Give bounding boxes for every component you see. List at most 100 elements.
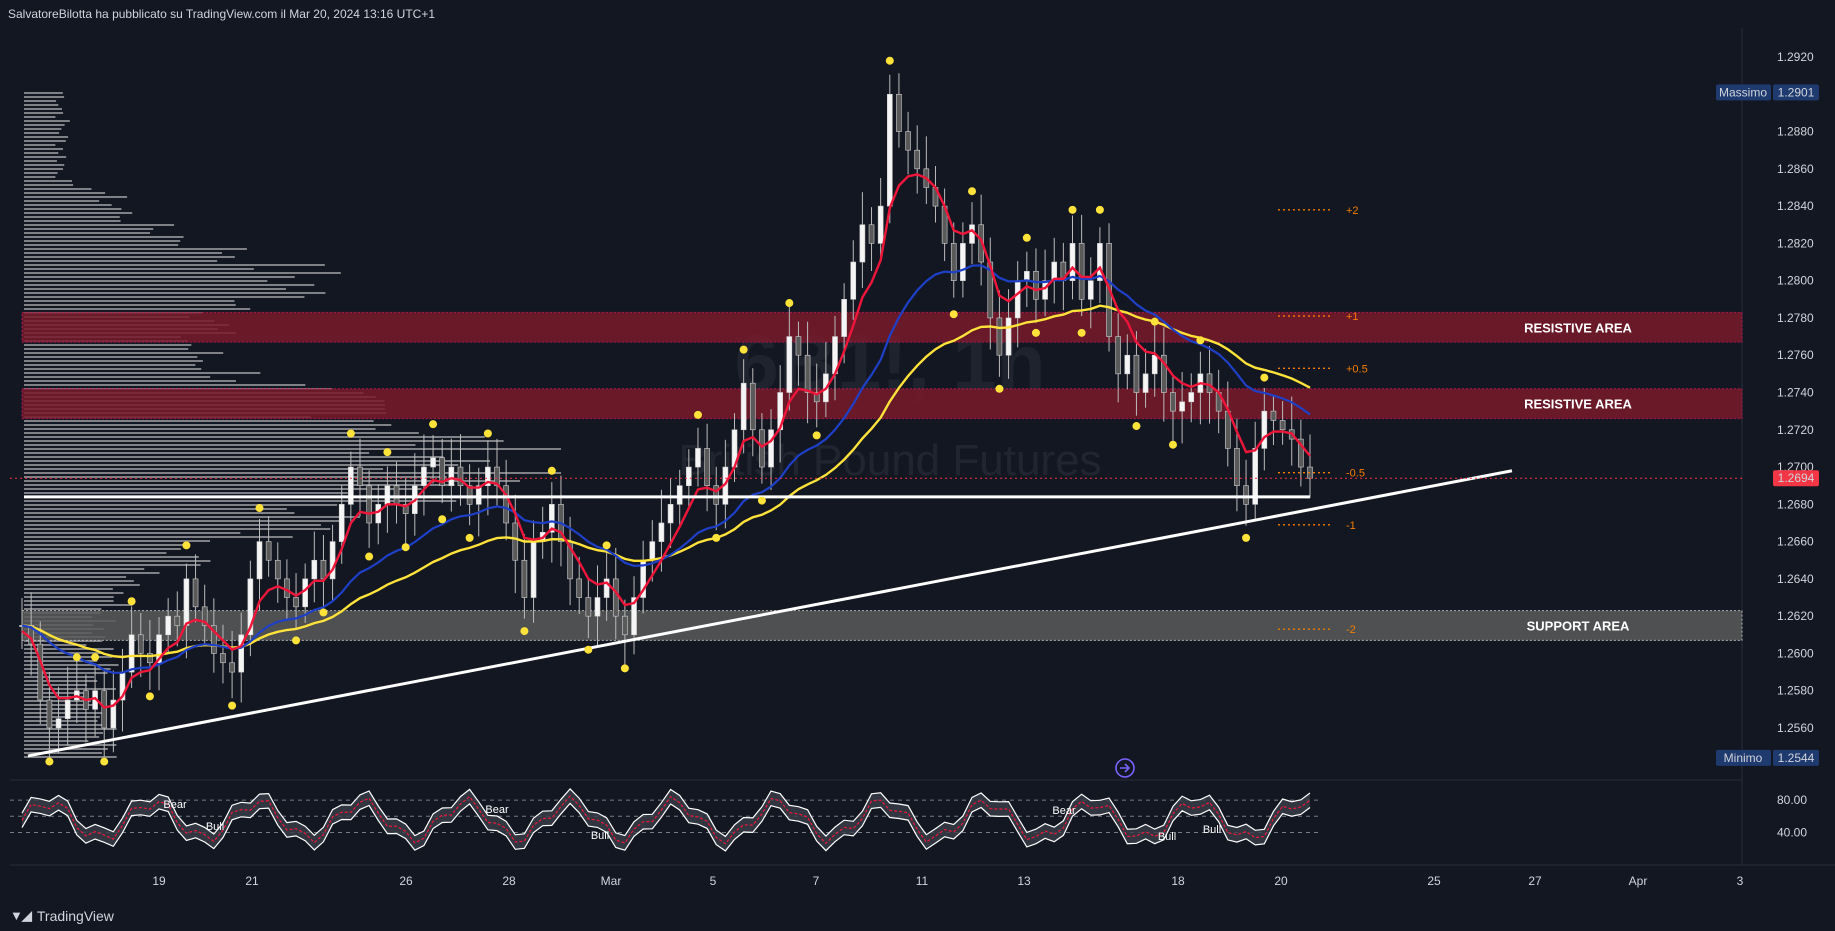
pivot-high-marker — [383, 448, 392, 457]
pivot-low-marker — [45, 757, 54, 766]
volume-profile-bar — [24, 560, 211, 562]
pivot-low-marker — [1242, 533, 1251, 542]
price-tick-label: 1.2840 — [1777, 199, 1814, 213]
volume-profile-bar — [24, 604, 133, 606]
candle-body — [137, 634, 144, 654]
pivot-high-marker — [1068, 205, 1077, 214]
volume-profile-bar — [24, 260, 218, 262]
price-tick-label: 1.2660 — [1777, 535, 1814, 549]
candle-body — [384, 485, 391, 505]
volume-profile-bar — [24, 588, 113, 590]
pivot-low-marker — [949, 310, 958, 319]
candle-body — [1279, 420, 1286, 431]
pivot-high-marker — [127, 597, 136, 606]
price-tick-label: 1.2720 — [1777, 423, 1814, 437]
candle-body — [101, 690, 108, 729]
pivot-high-marker — [547, 466, 556, 475]
time-tick-label: 27 — [1528, 874, 1542, 888]
time-tick-label: 20 — [1274, 874, 1288, 888]
pivot-high-marker — [1260, 373, 1269, 382]
candle-body — [128, 634, 135, 673]
candle-body — [759, 429, 765, 468]
volume-profile-bar — [24, 252, 222, 254]
candle-body — [914, 149, 921, 170]
volume-profile-bar — [24, 508, 287, 510]
time-axis[interactable]: 19 21 26 28 Mar 5 7 11 13 18 20 25 27 Apr 3 — [152, 874, 1743, 888]
time-tick-label: 18 — [1171, 874, 1185, 888]
candle-body — [192, 578, 199, 608]
candle-body — [521, 559, 528, 598]
volume-profile-bar — [24, 248, 247, 250]
candle-body — [658, 522, 665, 542]
pivot-high-marker — [255, 504, 264, 513]
time-tick-label: 5 — [710, 874, 717, 888]
volume-profile-bar — [24, 184, 74, 186]
volume-profile-bar — [24, 432, 419, 434]
volume-profile-bar — [24, 476, 447, 478]
candle-body — [740, 382, 747, 431]
min-badge-label: Minimo — [1724, 751, 1763, 765]
max-badge-value: 1.2901 — [1778, 85, 1815, 99]
pivot-high-marker — [91, 653, 100, 662]
volume-profile-bar — [24, 288, 286, 290]
volume-profile-bar — [24, 544, 187, 546]
candle-body — [795, 336, 802, 356]
candle-body — [1234, 448, 1240, 486]
volume-profile-bar — [24, 440, 504, 442]
candle-body — [311, 559, 318, 580]
volume-profile-bar — [24, 524, 321, 526]
candle-body — [905, 131, 911, 151]
volume-profile-bar — [24, 712, 106, 714]
candle-body — [950, 243, 957, 281]
candle-body — [302, 578, 308, 608]
pivot-low-marker — [1031, 328, 1040, 337]
volume-profile-bar — [24, 296, 305, 298]
min-badge-value: 1.2544 — [1778, 751, 1815, 765]
volume-profile-bar — [24, 572, 160, 574]
time-tick-label: 13 — [1017, 874, 1031, 888]
volume-profile-bar — [24, 216, 120, 218]
candle-body — [1078, 243, 1085, 300]
pivot-high-marker — [1095, 205, 1104, 214]
candle-body — [366, 485, 372, 524]
pivot-high-marker — [885, 56, 894, 65]
resistive-zone[interactable] — [21, 311, 1743, 343]
volume-profile-bar — [24, 532, 241, 534]
volume-profile-bar — [24, 428, 376, 430]
price-chart[interactable]: 6B1!, 1h British Pound Futures RESISTIVE… — [0, 0, 1835, 900]
candle-body — [1133, 354, 1140, 393]
price-tick-label: 1.2820 — [1777, 236, 1814, 250]
candle-body — [1033, 271, 1039, 300]
candle-body — [585, 597, 592, 617]
candle-body — [841, 299, 847, 337]
candle-body — [1042, 280, 1048, 300]
candle-body — [55, 718, 62, 729]
support-zone[interactable] — [21, 610, 1743, 641]
pivot-low-marker — [319, 608, 328, 617]
price-tick-label: 1.2560 — [1777, 721, 1814, 735]
tradingview-logo-icon[interactable]: ▼◢ — [10, 908, 32, 924]
candle-body — [1151, 354, 1158, 375]
volume-profile-bar — [24, 268, 254, 270]
volume-profile-bar — [24, 208, 122, 210]
volume-profile-bar — [24, 716, 100, 718]
volume-profile-bar — [24, 232, 151, 234]
volume-profile-bar — [24, 132, 60, 134]
oscillator-pane[interactable]: 80.00 40.00 Bear Bull Bear Bull Bear Bull Bull — [10, 788, 1807, 852]
candle-body — [393, 485, 400, 505]
candle-body — [174, 615, 181, 626]
candle-body — [594, 597, 601, 617]
volume-profile-bar — [24, 136, 69, 138]
volume-profile-bar — [24, 96, 65, 98]
volume-profile-bar — [24, 140, 66, 142]
time-tick-label: 25 — [1427, 874, 1441, 888]
candle-body — [421, 466, 427, 486]
volume-profile-bar — [24, 160, 57, 162]
time-tick-label: Mar — [601, 874, 622, 888]
volume-profile-bar — [24, 116, 56, 118]
volume-profile-bar — [24, 188, 92, 190]
price-axis[interactable]: 1.29201.29001.28801.28601.28401.28201.28… — [1777, 50, 1814, 735]
pivot-high-marker — [429, 420, 438, 429]
footer-brand[interactable]: TradingView — [37, 908, 114, 924]
candle-body — [877, 205, 884, 244]
